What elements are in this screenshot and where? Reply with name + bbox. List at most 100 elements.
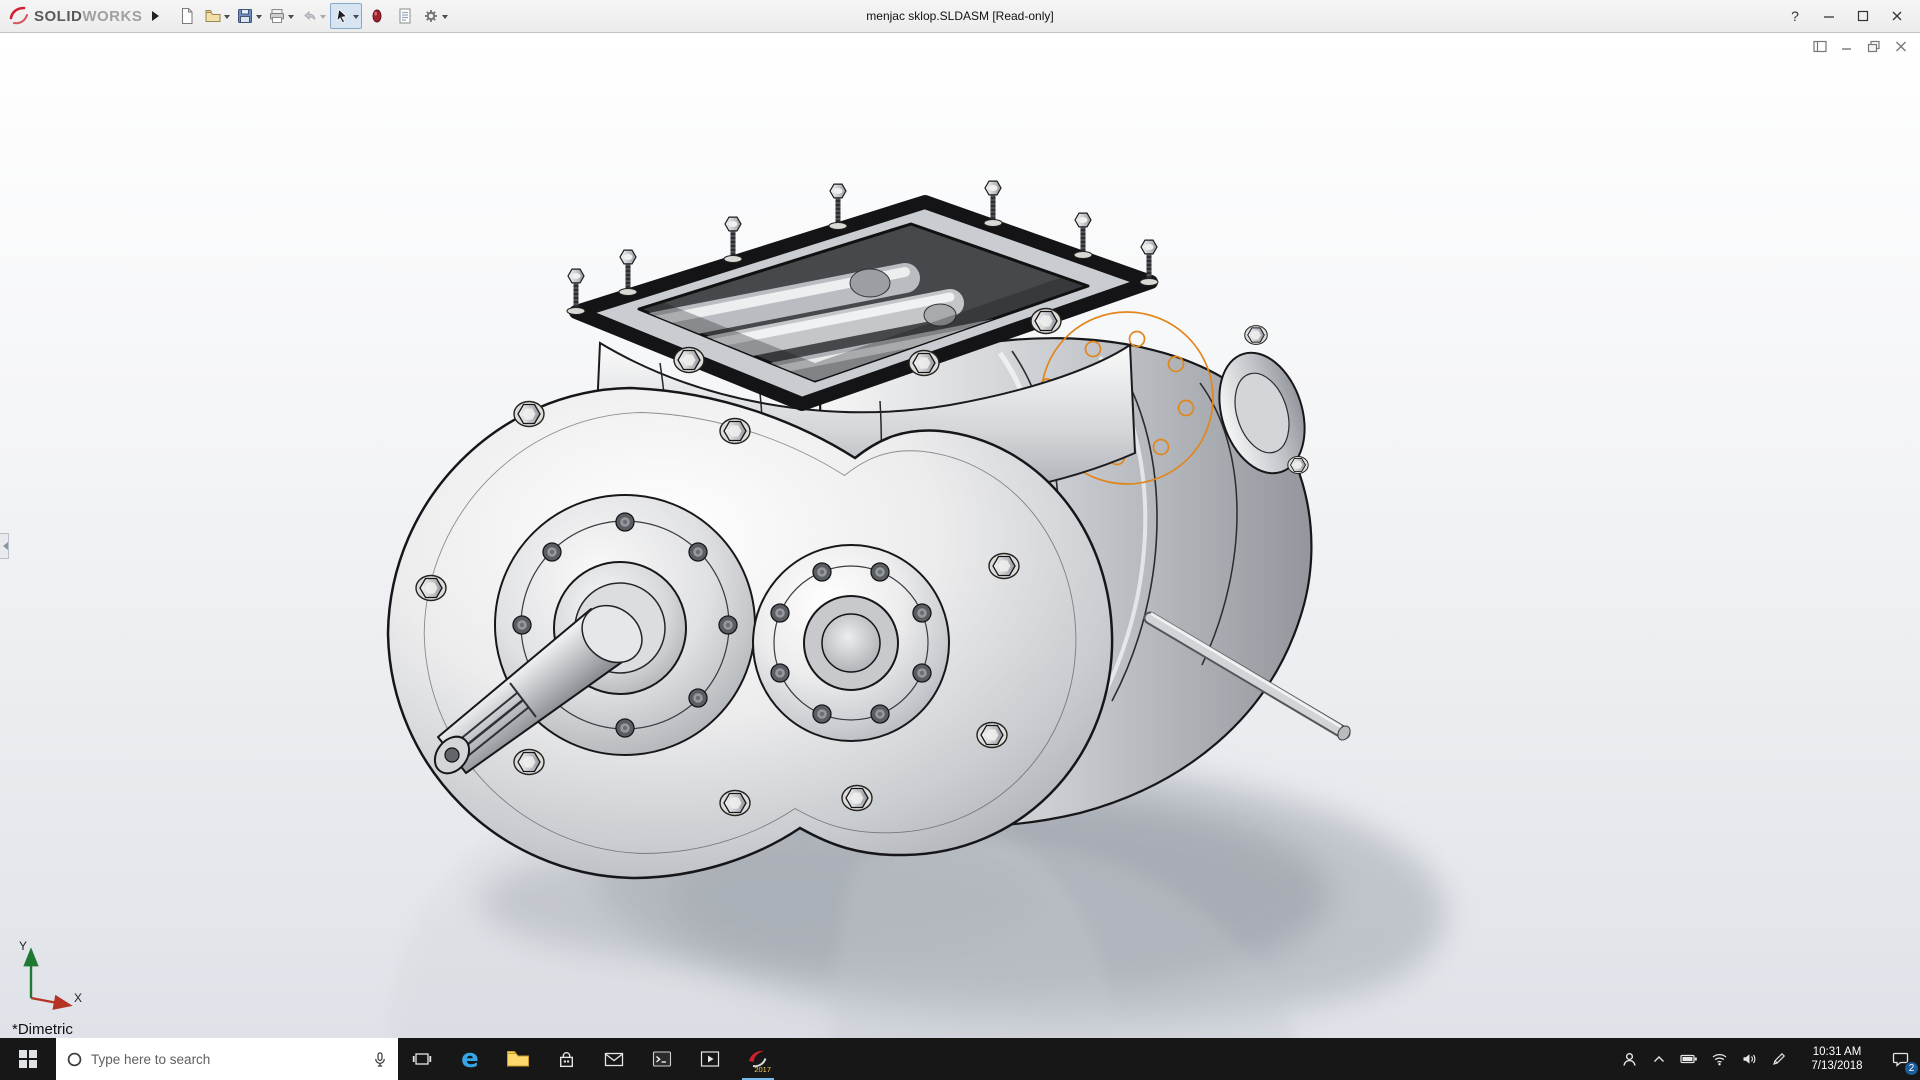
rebuild-indicator-icon bbox=[368, 7, 386, 25]
terminal-app-icon[interactable] bbox=[638, 1038, 686, 1080]
windows-taskbar: e bbox=[0, 1038, 1920, 1080]
chevron-up-icon bbox=[1652, 1052, 1666, 1066]
store-app-icon[interactable] bbox=[542, 1038, 590, 1080]
close-icon bbox=[1891, 10, 1903, 22]
people-button[interactable] bbox=[1614, 1038, 1644, 1080]
brand-text-solid: SOLID bbox=[34, 8, 82, 25]
pen-icon bbox=[1771, 1051, 1787, 1067]
quick-toolbar bbox=[174, 3, 450, 29]
console-icon bbox=[652, 1050, 672, 1068]
system-tray: 10:31 AM 7/13/2018 2 bbox=[1614, 1038, 1920, 1080]
maximize-button[interactable] bbox=[1848, 4, 1878, 28]
help-button[interactable]: ? bbox=[1780, 4, 1810, 28]
speaker-icon bbox=[1741, 1051, 1758, 1067]
notification-badge: 2 bbox=[1904, 1061, 1919, 1076]
clock-time: 10:31 AM bbox=[1813, 1045, 1862, 1059]
folder-icon bbox=[506, 1049, 530, 1069]
dropdown-arrow-icon[interactable] bbox=[224, 15, 230, 22]
minimize-icon bbox=[1840, 40, 1854, 53]
chevron-left-icon bbox=[0, 542, 8, 550]
mail-envelope-icon bbox=[604, 1051, 624, 1068]
app-titlebar: SOLIDWORKS bbox=[0, 0, 1920, 33]
media-player-icon bbox=[700, 1050, 720, 1068]
solidworks-logo: SOLIDWORKS bbox=[0, 6, 148, 26]
view-orientation-label: *Dimetric bbox=[12, 1021, 73, 1038]
media-app-icon[interactable] bbox=[686, 1038, 734, 1080]
start-button[interactable] bbox=[0, 1038, 56, 1080]
taskbar-clock[interactable]: 10:31 AM 7/13/2018 bbox=[1794, 1038, 1880, 1080]
battery-status[interactable] bbox=[1674, 1038, 1704, 1080]
minimize-button[interactable] bbox=[1814, 4, 1844, 28]
select-tool-button[interactable] bbox=[330, 3, 362, 29]
restore-icon bbox=[1867, 40, 1881, 53]
dropdown-arrow-icon bbox=[320, 15, 326, 22]
minimize-icon bbox=[1823, 10, 1835, 22]
task-view-icon bbox=[412, 1050, 432, 1068]
dropdown-arrow-icon[interactable] bbox=[442, 15, 448, 22]
edge-app-icon[interactable]: e bbox=[446, 1038, 494, 1080]
close-button[interactable] bbox=[1882, 4, 1912, 28]
print-icon bbox=[268, 7, 286, 25]
open-button[interactable] bbox=[202, 3, 232, 29]
help-icon: ? bbox=[1791, 8, 1799, 24]
task-view-button[interactable] bbox=[398, 1038, 446, 1080]
axis-x-label: X bbox=[74, 991, 82, 1005]
store-bag-icon bbox=[557, 1050, 576, 1069]
options-gear-icon bbox=[422, 7, 440, 25]
graphics-area[interactable]: Y X *Dimetric bbox=[0, 33, 1920, 1038]
brand-text-works: WORKS bbox=[82, 8, 142, 25]
windows-logo-icon bbox=[19, 1050, 37, 1068]
doc-restore-button[interactable] bbox=[1865, 38, 1883, 54]
doc-close-button[interactable] bbox=[1892, 38, 1910, 54]
dropdown-arrow-icon[interactable] bbox=[353, 15, 359, 22]
open-icon bbox=[204, 7, 222, 25]
svg-text:2017: 2017 bbox=[754, 1065, 771, 1073]
windows-ink-button[interactable] bbox=[1764, 1038, 1794, 1080]
secondary-flange[interactable] bbox=[753, 545, 949, 741]
solidworks-app-icon[interactable]: 2017 bbox=[734, 1038, 782, 1080]
battery-icon bbox=[1680, 1051, 1698, 1067]
document-window-controls bbox=[1811, 38, 1910, 54]
print-button[interactable] bbox=[266, 3, 296, 29]
rebuild-button[interactable] bbox=[364, 3, 390, 29]
mail-app-icon[interactable] bbox=[590, 1038, 638, 1080]
desktop: SOLIDWORKS bbox=[0, 0, 1920, 1080]
undo-button[interactable] bbox=[298, 3, 328, 29]
people-icon bbox=[1621, 1051, 1638, 1068]
wifi-icon bbox=[1711, 1051, 1728, 1067]
cortana-search-icon bbox=[66, 1051, 83, 1068]
action-center-button[interactable]: 2 bbox=[1880, 1038, 1920, 1080]
window-controls: ? bbox=[1780, 4, 1920, 28]
search-input[interactable] bbox=[91, 1052, 364, 1067]
network-status[interactable] bbox=[1704, 1038, 1734, 1080]
file-properties-icon bbox=[396, 7, 414, 25]
microphone-icon[interactable] bbox=[372, 1051, 388, 1068]
ds-logo-icon bbox=[8, 6, 30, 26]
close-icon bbox=[1894, 40, 1908, 53]
volume-status[interactable] bbox=[1734, 1038, 1764, 1080]
show-hidden-icons-button[interactable] bbox=[1644, 1038, 1674, 1080]
solidworks-taskbar-icon: 2017 bbox=[745, 1046, 772, 1073]
undo-icon bbox=[300, 7, 318, 25]
save-icon bbox=[236, 7, 254, 25]
dock-window-icon bbox=[1813, 40, 1827, 53]
dropdown-arrow-icon[interactable] bbox=[288, 15, 294, 22]
model-canvas[interactable] bbox=[0, 33, 1920, 1038]
axis-y-label: Y bbox=[19, 939, 27, 953]
options-button[interactable] bbox=[420, 3, 450, 29]
doc-minimize-button[interactable] bbox=[1838, 38, 1856, 54]
featuremanager-collapse-handle[interactable] bbox=[0, 533, 9, 559]
new-document-icon bbox=[178, 7, 196, 25]
doc-dock-button[interactable] bbox=[1811, 38, 1829, 54]
file-properties-button[interactable] bbox=[392, 3, 418, 29]
clock-date: 7/13/2018 bbox=[1811, 1059, 1862, 1073]
new-document-button[interactable] bbox=[174, 3, 200, 29]
dropdown-arrow-icon[interactable] bbox=[256, 15, 262, 22]
menu-expand-arrow-icon[interactable] bbox=[152, 11, 164, 21]
taskbar-search[interactable] bbox=[56, 1038, 398, 1080]
select-cursor-icon bbox=[333, 7, 351, 25]
maximize-icon bbox=[1857, 10, 1869, 22]
file-explorer-app-icon[interactable] bbox=[494, 1038, 542, 1080]
save-button[interactable] bbox=[234, 3, 264, 29]
orientation-triad: Y X bbox=[16, 934, 88, 1014]
